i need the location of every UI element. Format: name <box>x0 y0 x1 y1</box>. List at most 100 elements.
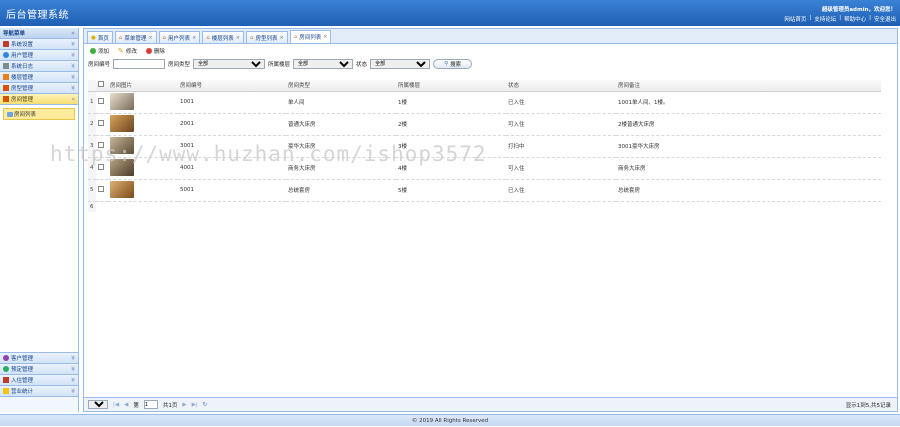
row-checkbox[interactable] <box>98 98 104 104</box>
room-photo <box>110 136 134 154</box>
refresh-icon[interactable]: ↻ <box>203 402 208 408</box>
add-button[interactable]: 添加 <box>90 47 109 55</box>
table-header-row: 房间图片 房间编号 房间类型 所属楼层 状态 房间备注 <box>88 80 881 92</box>
sidebar: 导航菜单 « 系统设置 ¥ 用户管理 ¥ 系统日志 ¥ 楼层管理 ¥ 房型管理 ¥ 房间管理… <box>0 28 79 412</box>
main-panel: ● 首页 ⌂ 菜单管理 × ⌂ 用户列表 × ⌂ 楼层列表 × ⌂ 房型列表 × ⌂ 房间列表 × 添… <box>83 28 898 412</box>
close-icon[interactable]: × <box>192 35 196 41</box>
next-page-icon[interactable]: ▶ <box>182 402 186 408</box>
close-icon[interactable]: × <box>148 35 152 41</box>
house-icon: ⌂ <box>206 34 210 41</box>
row-checkbox[interactable] <box>98 186 104 192</box>
first-page-icon[interactable]: |◀ <box>113 402 119 408</box>
status-label: 状态 <box>356 62 368 68</box>
room-no-cell: 4001 <box>178 157 286 180</box>
page-total: 共1页 <box>162 402 178 409</box>
row-number: 1 <box>88 91 96 114</box>
select-all-checkbox[interactable] <box>98 81 104 88</box>
row-checkbox[interactable] <box>98 164 104 170</box>
sidebar-item-roomtypes[interactable]: 房型管理 ¥ <box>0 83 78 94</box>
page-number-input[interactable] <box>143 400 158 409</box>
room-table: 房间图片 房间编号 房间类型 所属楼层 状态 房间备注 1 1001 单人间 1… <box>88 80 881 212</box>
bulb-icon: ● <box>91 34 96 41</box>
table-row[interactable]: 1 1001 单人间 1楼 已入住 1001单人间、1楼。 <box>88 91 881 114</box>
close-icon[interactable]: × <box>323 34 327 40</box>
status-cell: 已入住 <box>506 91 616 114</box>
room-no-input[interactable] <box>113 59 166 69</box>
toolbar: 添加 ✎ 修改 删除 <box>84 44 897 57</box>
link-separator: | <box>809 15 812 21</box>
filter-bar: 房间编号 房间类型 全部 所属楼层 全部 状态 全部 ⚲ 搜索 <box>84 57 897 71</box>
status-cell: 已入住 <box>506 179 616 202</box>
help-link[interactable]: 帮助中心 <box>844 15 866 23</box>
sidebar-item-users[interactable]: 用户管理 ¥ <box>0 50 78 61</box>
row-checkbox[interactable] <box>98 142 104 148</box>
forum-link[interactable]: 支持论坛 <box>814 15 836 23</box>
room-type-select[interactable]: 全部 <box>193 59 266 69</box>
row-number: 5 <box>88 179 96 202</box>
remark-cell: 商务大床房 <box>616 157 881 180</box>
sidebar-item-stats[interactable]: 营业统计 ¥ <box>0 386 78 397</box>
logout-link[interactable]: 安全退出 <box>874 15 896 23</box>
close-icon[interactable]: × <box>236 35 240 41</box>
edit-button[interactable]: ✎ 修改 <box>118 47 137 55</box>
table-row[interactable]: 4 4001 商务大床房 4楼 可入住 商务大床房 <box>88 157 881 180</box>
sidebar-title[interactable]: 导航菜单 « <box>0 28 78 39</box>
room-no-cell: 1001 <box>178 91 286 114</box>
sidebar-item-rooms[interactable]: 房间管理 « <box>0 94 78 105</box>
table-row[interactable]: 2 2001 普通大床房 2楼 可入住 2楼普通大床房 <box>88 113 881 136</box>
home-link[interactable]: 网站首页 <box>784 15 806 23</box>
room-photo <box>110 114 134 132</box>
log-icon <box>3 63 9 69</box>
status-select[interactable]: 全部 <box>370 59 431 69</box>
col-remark: 房间备注 <box>616 80 881 92</box>
sidebar-subitem-room-list[interactable]: 房间列表 <box>3 108 75 120</box>
room-no-label: 房间编号 <box>88 62 111 68</box>
delete-button[interactable]: 删除 <box>145 47 165 55</box>
sidebar-item-bookings[interactable]: 预定管理 ¥ <box>0 364 78 375</box>
col-room-no: 房间编号 <box>178 80 286 92</box>
page-size-select[interactable]: 20 <box>88 400 108 409</box>
tab-rooms[interactable]: ⌂ 房间列表 × <box>289 30 332 43</box>
house-icon: ⌂ <box>249 34 254 41</box>
pagination-bar: 20 |◀ ◀ 第 共1页 ▶ ▶| ↻ 显示1到5,共5记录 <box>84 397 897 411</box>
chevron-down-icon: ¥ <box>71 85 75 92</box>
customer-icon <box>3 355 9 361</box>
row-checkbox[interactable] <box>98 120 104 126</box>
select-all-header <box>96 80 108 92</box>
chevron-down-icon: ¥ <box>71 355 75 362</box>
room-no-cell: 5001 <box>178 179 286 202</box>
chevron-down-icon: ¥ <box>71 366 75 373</box>
col-room-type: 房间类型 <box>286 80 396 92</box>
room-photo <box>110 158 134 176</box>
floor-select[interactable]: 全部 <box>293 59 354 69</box>
tab-users[interactable]: ⌂ 用户列表 × <box>158 31 201 43</box>
floor-cell: 5楼 <box>396 179 506 202</box>
sidebar-item-floors[interactable]: 楼层管理 ¥ <box>0 72 78 83</box>
user-icon <box>3 52 9 58</box>
tab-roomtypes[interactable]: ⌂ 房型列表 × <box>245 31 288 43</box>
tab-home[interactable]: ● 首页 <box>87 31 113 43</box>
table-row[interactable]: 5 5001 总统套房 5楼 已入住 总统套房 <box>88 179 881 202</box>
last-page-icon[interactable]: ▶| <box>192 402 198 408</box>
tab-menu[interactable]: ⌂ 菜单管理 × <box>114 31 157 43</box>
house-icon: ⌂ <box>118 34 123 41</box>
tab-floors[interactable]: ⌂ 楼层列表 × <box>202 31 244 43</box>
house-icon <box>7 112 13 117</box>
collapse-icon[interactable]: « <box>71 30 75 37</box>
close-icon[interactable]: × <box>280 35 284 41</box>
checkin-icon <box>3 377 9 383</box>
prev-page-icon[interactable]: ◀ <box>124 402 128 408</box>
table-row[interactable]: 3 3001 豪华大床房 3楼 打扫中 3001豪华大床房 <box>88 135 881 158</box>
tools-icon <box>3 41 9 47</box>
floor-cell: 2楼 <box>396 113 506 136</box>
sidebar-item-customers[interactable]: 客户管理 ¥ <box>0 353 78 364</box>
sidebar-item-logs[interactable]: 系统日志 ¥ <box>0 61 78 72</box>
remark-cell: 3001豪华大床房 <box>616 135 881 158</box>
search-button[interactable]: ⚲ 搜索 <box>433 59 473 69</box>
room-type-label: 房间类型 <box>168 62 191 68</box>
tab-bar: ● 首页 ⌂ 菜单管理 × ⌂ 用户列表 × ⌂ 楼层列表 × ⌂ 房型列表 × ⌂ 房间列表 × <box>84 29 897 44</box>
sidebar-item-checkin[interactable]: 入住管理 ¥ <box>0 375 78 386</box>
building-icon <box>3 74 9 80</box>
room-type-cell: 豪华大床房 <box>286 135 396 158</box>
sidebar-item-settings[interactable]: 系统设置 ¥ <box>0 39 78 50</box>
